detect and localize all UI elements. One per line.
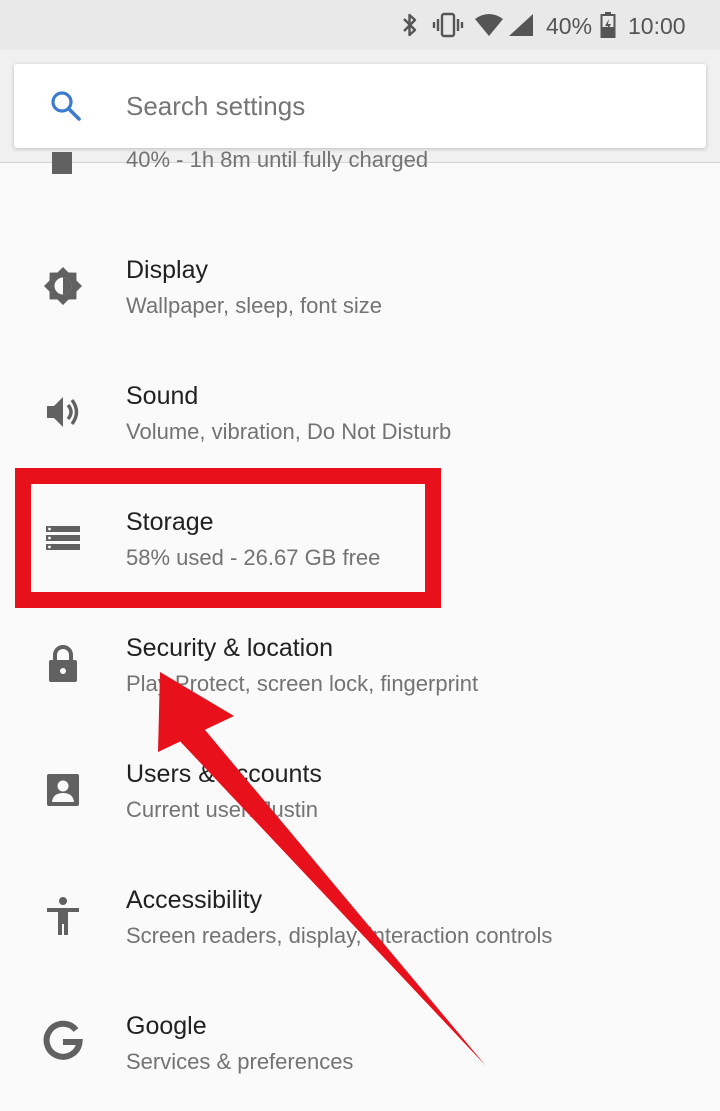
- settings-item-title: Google: [126, 1012, 207, 1040]
- battery-percent: 40%: [546, 13, 593, 39]
- settings-item-title: Users & accounts: [126, 760, 322, 788]
- google-icon: [40, 1019, 86, 1065]
- settings-item-subtitle: 58% used - 26.67 GB free: [126, 545, 381, 570]
- settings-item-subtitle: Screen readers, display, interaction con…: [126, 923, 553, 948]
- settings-item-title: Sound: [126, 382, 199, 410]
- settings-item-subtitle: Services & preferences: [126, 1049, 354, 1074]
- battery-charging-icon: [598, 0, 618, 50]
- volume-icon: [40, 389, 86, 435]
- settings-screen: 40% 10:00 Search settings 40% - 1h 8m un…: [0, 0, 720, 1111]
- accessibility-icon: [40, 893, 86, 939]
- account-box-icon: [40, 767, 86, 813]
- settings-item-subtitle: Wallpaper, sleep, font size: [126, 293, 382, 318]
- settings-item-subtitle: Volume, vibration, Do Not Disturb: [126, 419, 452, 444]
- settings-item-security[interactable]: Security & location Play Protect, screen…: [0, 603, 720, 729]
- settings-item-subtitle: Play Protect, screen lock, fingerprint: [126, 671, 479, 696]
- settings-item-subtitle: Current user: Justin: [126, 797, 318, 822]
- settings-item-storage[interactable]: Storage 58% used - 26.67 GB free: [0, 477, 720, 603]
- vibrate-icon: [430, 0, 466, 50]
- status-bar: 40% 10:00: [0, 0, 720, 50]
- settings-item-google[interactable]: Google Services & preferences: [0, 981, 720, 1107]
- battery-icon: [51, 151, 73, 175]
- settings-item-subtitle: 40% - 1h 8m until fully charged: [126, 147, 429, 172]
- brightness-icon: [40, 263, 86, 309]
- settings-item-accessibility[interactable]: Accessibility Screen readers, display, i…: [0, 855, 720, 981]
- settings-item-title: Display: [126, 256, 208, 284]
- settings-item-title: Storage: [126, 508, 214, 536]
- search-icon: [48, 88, 84, 124]
- lock-icon: [40, 641, 86, 687]
- bluetooth-icon: [398, 0, 422, 50]
- search-placeholder: Search settings: [126, 91, 306, 121]
- search-input[interactable]: Search settings: [14, 64, 706, 148]
- settings-item-title: Accessibility: [126, 886, 263, 914]
- settings-item-title: Security & location: [126, 634, 334, 662]
- wifi-icon: [473, 0, 505, 50]
- storage-icon: [40, 515, 86, 561]
- settings-item-display[interactable]: Display Wallpaper, sleep, font size: [0, 225, 720, 351]
- clock: 10:00: [628, 13, 686, 39]
- settings-item-sound[interactable]: Sound Volume, vibration, Do Not Disturb: [0, 351, 720, 477]
- settings-item-battery[interactable]: 40% - 1h 8m until fully charged: [0, 141, 720, 201]
- settings-item-users[interactable]: Users & accounts Current user: Justin: [0, 729, 720, 855]
- cell-signal-icon: [507, 0, 535, 50]
